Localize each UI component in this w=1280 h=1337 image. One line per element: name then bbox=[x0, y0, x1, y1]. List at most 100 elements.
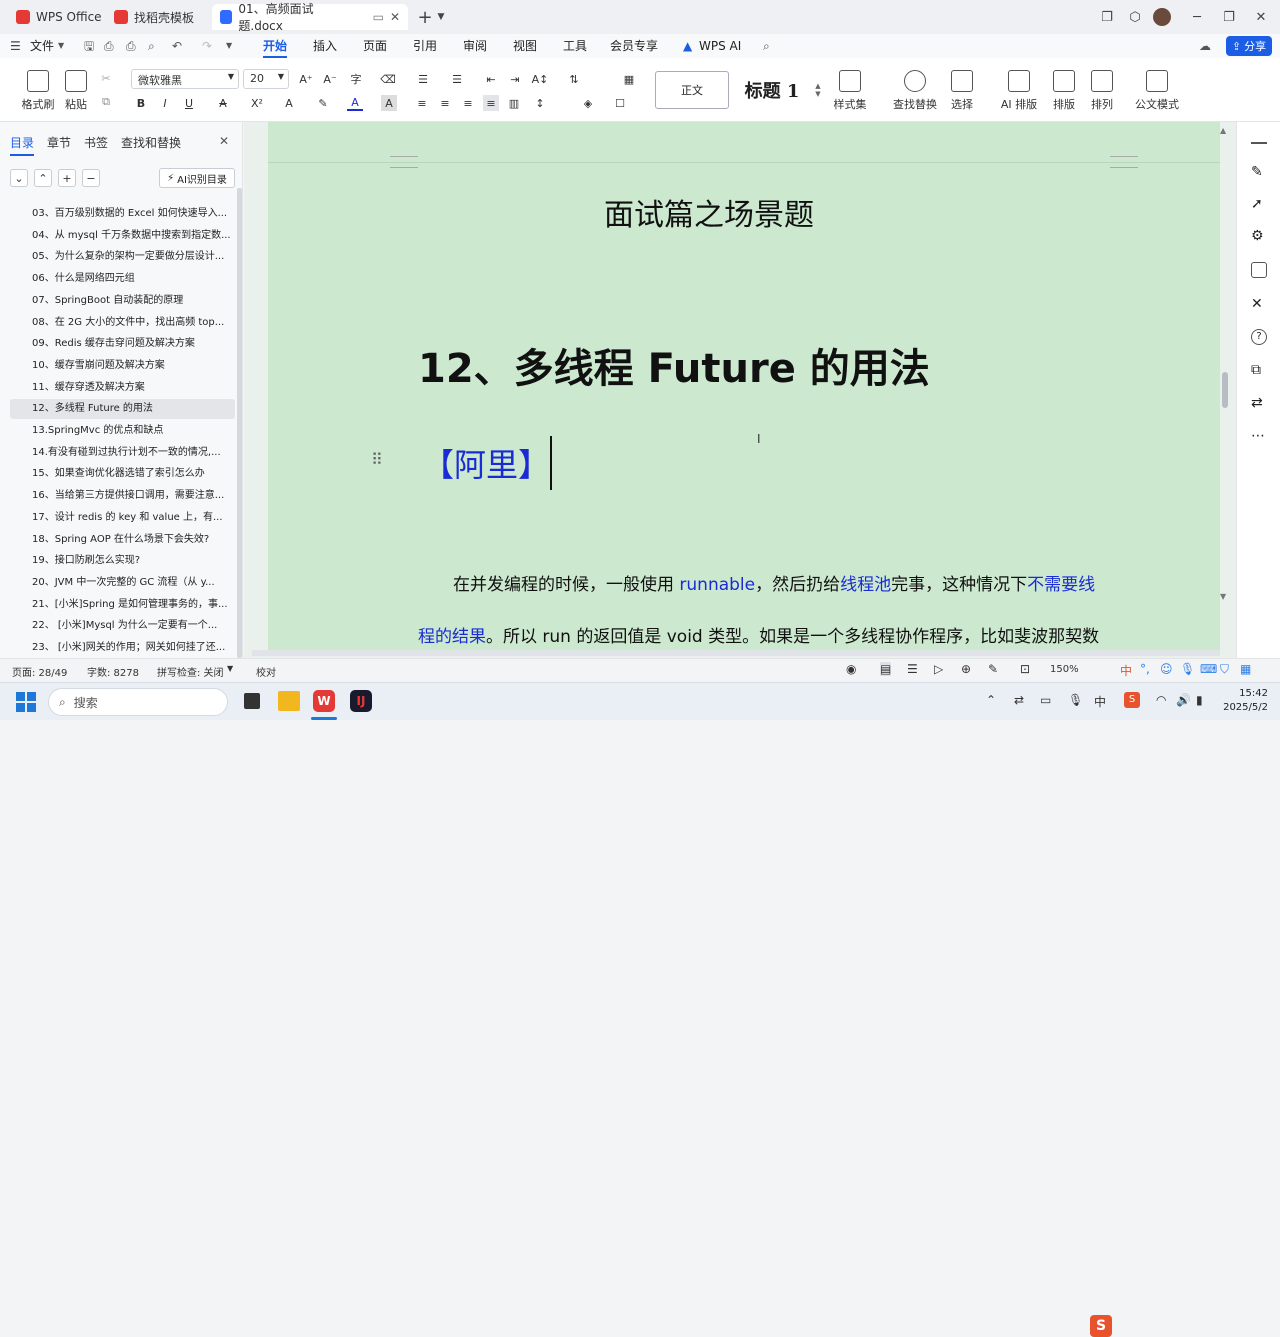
toc-item[interactable]: 22、 [小米]Mysql 为什么一定要有一个... bbox=[10, 616, 235, 636]
preview-icon[interactable]: ⌕ bbox=[148, 34, 155, 58]
align-center-icon[interactable]: ≡ bbox=[437, 95, 453, 111]
expand-icon[interactable]: ⌃ bbox=[34, 169, 52, 187]
battery-icon[interactable]: ▭ bbox=[1040, 693, 1051, 707]
toc-item[interactable]: 07、SpringBoot 自动装配的原理 bbox=[10, 291, 235, 311]
more-icon[interactable]: ⋯ bbox=[1251, 428, 1267, 444]
sogou-ime-icon[interactable]: S bbox=[1090, 1315, 1112, 1337]
paste-button[interactable]: 粘贴 bbox=[52, 70, 100, 112]
chevron-down-icon[interactable]: ▼ bbox=[432, 8, 450, 26]
collapse-icon[interactable]: ⌄ bbox=[10, 169, 28, 187]
power-icon[interactable]: ▮ bbox=[1196, 693, 1203, 707]
underline-icon[interactable]: U bbox=[181, 95, 197, 111]
tab-template[interactable]: 找稻壳模板 bbox=[106, 4, 202, 30]
menu-reference[interactable]: 引用 bbox=[413, 34, 437, 58]
distribute-icon[interactable]: ▥ bbox=[506, 95, 522, 111]
print-icon[interactable]: ⎙ bbox=[126, 34, 136, 58]
document-scrollbar[interactable] bbox=[1222, 372, 1228, 408]
toc-item[interactable]: 17、设计 redis 的 key 和 value 上，有... bbox=[10, 508, 235, 528]
highlight-icon[interactable]: ✎ bbox=[313, 95, 333, 111]
toc-item[interactable]: 13.SpringMvc 的优点和缺点 bbox=[10, 421, 235, 441]
tab-toc[interactable]: 目录 bbox=[10, 134, 35, 156]
phonetic-icon[interactable]: 字 bbox=[344, 71, 368, 87]
close-pane-icon[interactable]: ✕ bbox=[219, 134, 229, 148]
horizontal-scrollbar[interactable] bbox=[252, 650, 1220, 656]
ime-indicator-icon[interactable]: 中 bbox=[1094, 693, 1106, 710]
menu-member[interactable]: 会员专享 bbox=[610, 34, 658, 58]
superscript-icon[interactable]: X² bbox=[247, 95, 267, 111]
toc-item[interactable]: 20、JVM 中一次完整的 GC 流程（从 y... bbox=[10, 573, 235, 593]
find-replace-button[interactable]: 查找替换 bbox=[888, 70, 942, 112]
window-layout-icon[interactable]: ❐ bbox=[1098, 8, 1116, 26]
text-effect-icon[interactable]: A bbox=[281, 95, 297, 111]
font-name-select[interactable]: 微软雅黑 ▼ bbox=[131, 69, 239, 89]
menu-review[interactable]: 审阅 bbox=[463, 34, 487, 58]
collapse-sidebar-icon[interactable] bbox=[1251, 142, 1267, 144]
toc-scrollbar[interactable] bbox=[237, 188, 242, 658]
font-size-select[interactable]: 20 ▼ bbox=[243, 69, 289, 89]
remove-icon[interactable]: − bbox=[82, 169, 100, 187]
menu-home[interactable]: 开始 bbox=[263, 34, 288, 58]
help-icon[interactable]: ? bbox=[1251, 329, 1267, 345]
tools-icon[interactable]: ✕ bbox=[1251, 296, 1267, 312]
export-icon[interactable]: ⎙ bbox=[104, 34, 114, 58]
taskbar-search[interactable]: ⌕ 搜索 bbox=[48, 688, 228, 716]
share-button[interactable]: ⇪ 分享 bbox=[1226, 36, 1272, 56]
plugin-icon[interactable]: ⧉ bbox=[1251, 362, 1267, 378]
ime-mode[interactable]: 中 bbox=[1120, 662, 1132, 679]
arrange-button[interactable]: 排列 bbox=[1082, 70, 1122, 112]
toc-item[interactable]: 03、百万级别数据的 Excel 如何快速导入... bbox=[10, 204, 235, 224]
chevron-down-icon[interactable]: ▼ bbox=[227, 664, 233, 673]
wifi-icon[interactable]: ◠ bbox=[1156, 693, 1166, 707]
redo-icon[interactable]: ↷ bbox=[202, 34, 212, 58]
edit-icon[interactable]: ✎ bbox=[1251, 164, 1267, 180]
copy-icon[interactable]: ⧉ bbox=[98, 94, 114, 110]
numbered-list-icon[interactable]: ☰ bbox=[448, 71, 466, 87]
scroll-down-icon[interactable]: ▼ bbox=[1220, 592, 1226, 601]
tab-bookmarks[interactable]: 书签 bbox=[84, 134, 108, 151]
shading-icon[interactable]: ◈ bbox=[578, 95, 598, 111]
cloud-icon[interactable]: ☁ bbox=[1199, 34, 1211, 58]
restore-icon[interactable]: ❐ bbox=[1220, 8, 1238, 26]
tab-chapters[interactable]: 章节 bbox=[47, 134, 71, 151]
cube-icon[interactable]: ⬡ bbox=[1126, 8, 1144, 26]
char-shading-icon[interactable]: A bbox=[381, 95, 397, 111]
hamburger-icon[interactable]: ☰ bbox=[10, 34, 21, 58]
toc-item[interactable]: 18、Spring AOP 在什么场景下会失效? bbox=[10, 530, 235, 550]
add-icon[interactable]: + bbox=[58, 169, 76, 187]
tab-find-replace[interactable]: 查找和替换 bbox=[121, 134, 181, 151]
close-window-icon[interactable]: ✕ bbox=[1252, 8, 1270, 26]
menu-page[interactable]: 页面 bbox=[363, 34, 387, 58]
style-set-button[interactable]: 样式集 bbox=[826, 70, 874, 112]
screen-icon[interactable]: ▭ bbox=[373, 10, 384, 24]
clear-format-icon[interactable]: ⌫ bbox=[378, 71, 398, 87]
style-heading-1[interactable]: 标题 1 bbox=[732, 71, 812, 109]
bullet-list-icon[interactable]: ☰ bbox=[414, 71, 432, 87]
toc-item[interactable]: 19、接口防刷怎么实现? bbox=[10, 551, 235, 571]
toc-item[interactable]: 08、在 2G 大小的文件中，找出高频 top... bbox=[10, 313, 235, 333]
menu-insert[interactable]: 插入 bbox=[313, 34, 337, 58]
swap-icon[interactable]: ⇄ bbox=[1251, 395, 1267, 411]
menu-file[interactable]: 文件 bbox=[30, 34, 54, 58]
scroll-up-icon[interactable]: ▲ bbox=[1220, 126, 1226, 135]
align-left-icon[interactable]: ≡ bbox=[414, 95, 430, 111]
eye-icon[interactable]: ◉ bbox=[846, 662, 856, 676]
toc-item[interactable]: 14.有没有碰到过执行计划不一致的情况,... bbox=[10, 443, 235, 463]
proofread[interactable]: 校对 bbox=[256, 664, 276, 679]
search-icon[interactable]: ⌕ bbox=[763, 34, 770, 58]
toc-item[interactable]: 05、为什么复杂的架构一定要做分层设计... bbox=[10, 247, 235, 267]
outline-icon[interactable]: ☰ bbox=[907, 662, 918, 676]
cut-icon[interactable]: ✂ bbox=[98, 70, 114, 86]
style-normal[interactable]: 正文 bbox=[655, 71, 729, 109]
chevron-up-icon[interactable]: ⌃ bbox=[986, 693, 996, 707]
page-count[interactable]: 页面: 28/49 bbox=[12, 664, 67, 679]
table-icon[interactable]: ▦ bbox=[620, 71, 638, 87]
undo-icon[interactable]: ↶ bbox=[172, 34, 182, 58]
spell-check[interactable]: 拼写检查: 关闭 bbox=[157, 664, 224, 679]
word-count[interactable]: 字数: 8278 bbox=[87, 664, 139, 679]
tab-wps-office[interactable]: WPS Office bbox=[8, 4, 110, 30]
bold-icon[interactable]: B bbox=[133, 95, 149, 111]
menu-wps-ai[interactable]: WPS AI bbox=[699, 34, 741, 58]
toc-item[interactable]: 06、什么是网络四元组 bbox=[10, 269, 235, 289]
intellij-icon[interactable]: IJ bbox=[350, 690, 372, 712]
web-view-icon[interactable]: ⊕ bbox=[961, 662, 971, 676]
